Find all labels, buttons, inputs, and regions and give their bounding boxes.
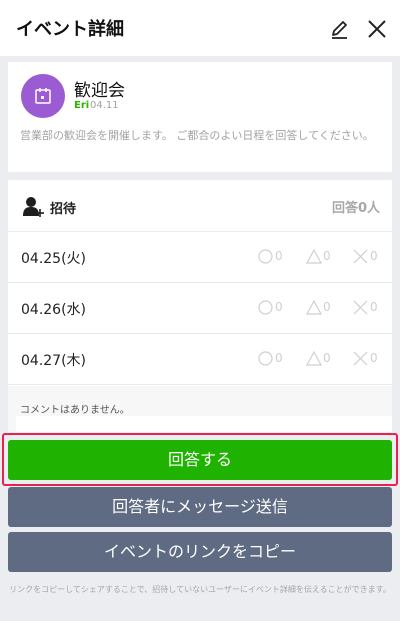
event-avatar (21, 74, 65, 118)
yes-option[interactable]: 0 (258, 249, 288, 265)
maybe-option[interactable]: 0 (306, 249, 336, 265)
date-option-label: 04.25(火) (21, 251, 87, 267)
comment-input-area[interactable] (16, 416, 392, 432)
maybe-option[interactable]: 0 (306, 300, 336, 316)
page-title: イベント詳細 (16, 19, 124, 40)
calendar-icon (35, 88, 51, 104)
cross-icon (353, 300, 368, 315)
footer-note: リンクをコピーしてシェアすることで、招待していないユーザーにイベント詳細を伝える… (9, 585, 391, 594)
yes-count: 0 (275, 249, 283, 263)
event-title: 歓迎会 (74, 81, 125, 101)
close-icon[interactable] (364, 16, 390, 42)
circle-icon (258, 351, 273, 366)
pencil-icon[interactable] (326, 16, 352, 42)
yes-count: 0 (275, 300, 283, 314)
event-date: 04.11 (90, 100, 119, 111)
date-option-row: 04.26(水) 0 0 0 (8, 283, 392, 334)
triangle-icon (306, 249, 322, 264)
maybe-count: 0 (323, 249, 331, 263)
event-info-card: 歓迎会 Eri 04.11 営業部の歓迎会を開催します。 ご都合のよい日程を回答… (8, 62, 392, 172)
triangle-icon (306, 300, 322, 315)
header-bar: イベント詳細 (0, 0, 400, 56)
poll-card: 招待 回答0人 04.25(火) 0 0 0 04.26(水) 0 0 0 04… (8, 180, 392, 432)
event-author: Eri (74, 100, 90, 111)
yes-count: 0 (275, 351, 283, 365)
circle-icon (258, 249, 273, 264)
answer-button[interactable]: 回答する (8, 440, 392, 480)
response-count: 回答0人 (331, 201, 380, 216)
no-count: 0 (370, 351, 378, 365)
date-option-label: 04.27(木) (21, 353, 87, 369)
poll-header: 招待 回答0人 (8, 180, 392, 232)
invite-person-icon[interactable] (22, 196, 44, 222)
invite-label[interactable]: 招待 (50, 198, 76, 217)
no-count: 0 (370, 249, 378, 263)
comments-empty-text: コメントはありません。 (20, 405, 130, 416)
no-count: 0 (370, 300, 378, 314)
triangle-icon (306, 351, 322, 366)
maybe-option[interactable]: 0 (306, 351, 336, 367)
circle-icon (258, 300, 273, 315)
date-option-label: 04.26(水) (21, 302, 87, 318)
yes-option[interactable]: 0 (258, 351, 288, 367)
maybe-count: 0 (323, 351, 331, 365)
copy-event-link-button[interactable]: イベントのリンクをコピー (8, 532, 392, 572)
no-option[interactable]: 0 (353, 249, 383, 265)
cross-icon (353, 351, 368, 366)
no-option[interactable]: 0 (353, 300, 383, 316)
date-option-row: 04.25(火) 0 0 0 (8, 232, 392, 283)
message-respondents-button[interactable]: 回答者にメッセージ送信 (8, 487, 392, 527)
cross-icon (353, 249, 368, 264)
date-option-row: 04.27(木) 0 0 0 (8, 334, 392, 385)
yes-option[interactable]: 0 (258, 300, 288, 316)
event-description: 営業部の歓迎会を開催します。 ご都合のよい日程を回答してください。 (20, 129, 374, 142)
no-option[interactable]: 0 (353, 351, 383, 367)
comments-section: コメントはありません。 (8, 386, 392, 432)
maybe-count: 0 (323, 300, 331, 314)
